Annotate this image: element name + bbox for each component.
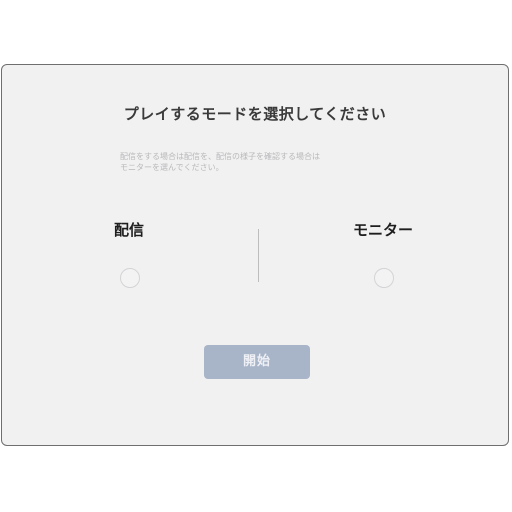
option-divider bbox=[258, 229, 259, 282]
monitor-radio[interactable] bbox=[374, 268, 394, 288]
dialog-title: プレイするモードを選択してください bbox=[123, 105, 387, 123]
option-label-monitor: モニター bbox=[353, 221, 414, 239]
option-label-broadcast: 配信 bbox=[114, 221, 145, 239]
dialog-description: 配信をする場合は配信を、配信の様子を確認する場合は モニターを選んでください。 bbox=[120, 152, 320, 172]
start-button[interactable]: 開始 bbox=[204, 345, 310, 379]
broadcast-radio[interactable] bbox=[120, 268, 140, 288]
mode-select-dialog: プレイするモードを選択してください 配信をする場合は配信を、配信の様子を確認する… bbox=[1, 64, 509, 446]
